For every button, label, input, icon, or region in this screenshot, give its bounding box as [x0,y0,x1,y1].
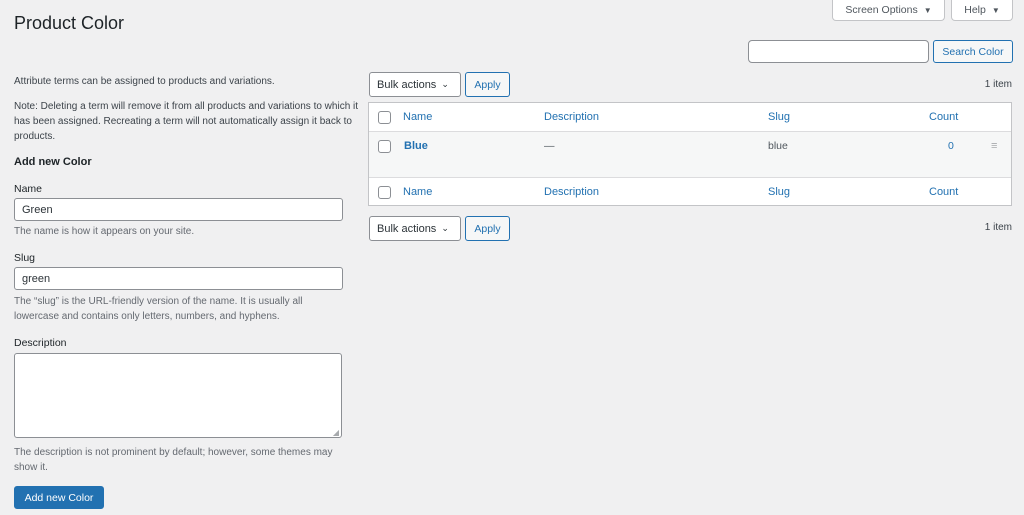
description-textarea[interactable]: ◢ [14,353,342,438]
slug-label: Slug [14,252,36,264]
page-title: Product Color [14,13,125,33]
column-count-footer[interactable]: Count [929,186,958,198]
table-header: Name Description Slug Count [369,103,1011,132]
search-button[interactable]: Search Color [933,40,1013,63]
bulk-actions-select-bottom[interactable]: Bulk actions ⌄ [369,216,461,241]
table-footer: Name Description Slug Count [369,178,1011,206]
table-row: Blue — blue 0 ≡ [369,132,1011,178]
screen-options-button[interactable]: Screen Options ▼ [832,0,945,21]
slug-input[interactable]: green [14,267,343,290]
intro-text: Attribute terms can be assigned to produ… [14,76,275,87]
column-name[interactable]: Name [403,111,432,123]
description-help: The description is not prominent by defa… [14,447,333,473]
add-new-color-button[interactable]: Add new Color [14,486,104,509]
term-name-link[interactable]: Blue [404,140,428,152]
column-slug-footer[interactable]: Slug [768,186,790,198]
row-checkbox[interactable] [378,140,391,153]
terms-table: Name Description Slug Count Blue — blue … [368,102,1012,206]
select-all-checkbox[interactable] [378,111,391,124]
chevron-down-icon: ⌄ [441,79,449,89]
name-help: The name is how it appears on your site. [14,226,195,237]
drag-handle-icon[interactable]: ≡ [991,140,997,152]
bulk-actions-label: Bulk actions [377,222,437,235]
column-description[interactable]: Description [544,111,599,123]
column-slug[interactable]: Slug [768,111,790,123]
help-button[interactable]: Help ▼ [951,0,1013,21]
apply-button-top[interactable]: Apply [465,72,510,97]
name-input[interactable]: Green [14,198,343,221]
slug-help: The “slug” is the URL-friendly version o… [14,296,303,322]
bulk-actions-label: Bulk actions [377,78,437,91]
select-all-checkbox-footer[interactable] [378,186,391,199]
screen-options-label: Screen Options [845,4,918,16]
apply-button-bottom[interactable]: Apply [465,216,510,241]
help-label: Help [964,4,986,16]
name-label: Name [14,183,43,195]
bulk-actions-select-top[interactable]: Bulk actions ⌄ [369,72,461,97]
triangle-down-icon: ▼ [991,5,1000,15]
resize-handle-icon[interactable]: ◢ [333,428,339,437]
term-description: — [544,140,555,152]
column-count[interactable]: Count [929,111,958,123]
term-count-link[interactable]: 0 [948,140,954,152]
item-count-bottom: 1 item [984,222,1012,233]
term-slug: blue [768,140,788,152]
note-text: Note: Deleting a term will remove it fro… [14,101,359,142]
description-label: Description [14,337,67,349]
search-input[interactable] [748,40,929,63]
item-count-top: 1 item [984,79,1012,90]
column-name-footer[interactable]: Name [403,186,432,198]
column-description-footer[interactable]: Description [544,186,599,198]
form-heading: Add new Color [14,156,92,168]
triangle-down-icon: ▼ [923,5,932,15]
chevron-down-icon: ⌄ [441,223,449,233]
